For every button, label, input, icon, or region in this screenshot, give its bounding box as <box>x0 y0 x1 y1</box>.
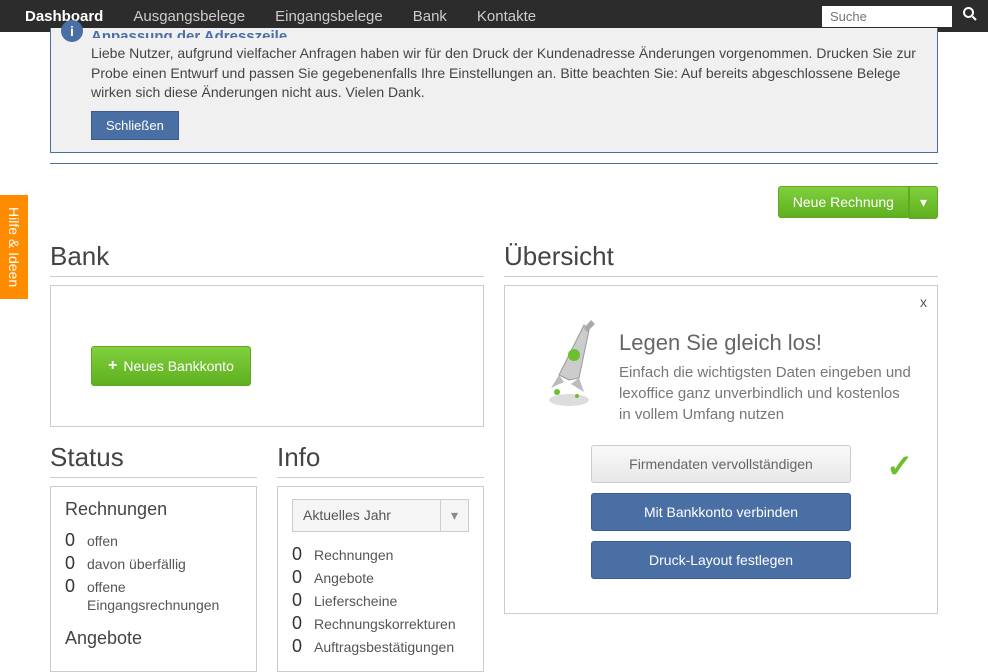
info-line: 0 Rechnungen <box>292 544 469 565</box>
chevron-down-icon[interactable]: ▾ <box>440 500 468 531</box>
status-line: 0 davon überfällig <box>65 553 242 574</box>
nav-left: Dashboard Ausgangsbelege Eingangsbelege … <box>10 2 551 31</box>
info-count: 0 <box>292 636 306 657</box>
info-label: Lieferscheine <box>314 590 397 610</box>
status-heading: Status <box>50 442 257 478</box>
info-column: Info Aktuelles Jahr ▾ 0 Rechnungen 0 Ang <box>277 442 484 672</box>
year-select-value: Aktuelles Jahr <box>293 500 440 531</box>
overview-close-button[interactable]: x <box>920 294 927 310</box>
search-input[interactable] <box>822 6 952 27</box>
new-invoice-dropdown[interactable]: ▾ <box>909 186 938 219</box>
status-count: 0 <box>65 553 79 574</box>
info-line: 0 Lieferscheine <box>292 590 469 611</box>
nav-kontakte[interactable]: Kontakte <box>462 2 551 31</box>
overview-panel: x <box>504 285 938 614</box>
banner-body: Liebe Nutzer, aufgrund vielfacher Anfrag… <box>91 44 922 103</box>
status-label: offene Eingangsrechnungen <box>87 576 242 614</box>
right-column: Übersicht x <box>504 241 938 672</box>
nav-ausgangsbelege[interactable]: Ausgangsbelege <box>118 2 260 31</box>
overview-title: Legen Sie gleich los! <box>619 330 913 356</box>
info-count: 0 <box>292 613 306 634</box>
info-count: 0 <box>292 544 306 565</box>
nav-right <box>822 6 978 27</box>
overview-body: Einfach die wichtigsten Daten eingeben u… <box>619 362 913 425</box>
nav-bank[interactable]: Bank <box>398 2 462 31</box>
status-invoices-header: Rechnungen <box>65 499 242 520</box>
connect-bank-button[interactable]: Mit Bankkonto verbinden <box>591 493 851 531</box>
year-select[interactable]: Aktuelles Jahr ▾ <box>292 499 469 532</box>
help-ideas-tab[interactable]: Hilfe & Ideen <box>0 195 28 299</box>
status-label: offen <box>87 530 118 550</box>
banner-close-button[interactable]: Schließen <box>91 111 179 140</box>
bank-panel: + Neues Bankkonto <box>50 285 484 427</box>
info-line: 0 Auftragsbestätigungen <box>292 636 469 657</box>
status-line: 0 offen <box>65 530 242 551</box>
status-count: 0 <box>65 530 79 551</box>
checkmark-icon: ✓ <box>886 447 913 485</box>
status-line: 0 offene Eingangsrechnungen <box>65 576 242 614</box>
info-line: 0 Rechnungskorrekturen <box>292 613 469 634</box>
status-offers-header: Angebote <box>65 628 242 649</box>
plus-icon: + <box>108 357 117 375</box>
status-label: davon überfällig <box>87 553 186 573</box>
rocket-icon <box>529 310 609 410</box>
overview-heading: Übersicht <box>504 241 938 277</box>
info-label: Auftragsbestätigungen <box>314 636 454 656</box>
info-banner: i Anpassung der Adresszeile Liebe Nutzer… <box>50 28 938 153</box>
action-row: Neue Rechnung▾ <box>50 186 938 219</box>
status-count: 0 <box>65 576 79 597</box>
info-label: Angebote <box>314 567 374 587</box>
new-bank-account-label: Neues Bankkonto <box>123 358 234 374</box>
status-panel: Rechnungen 0 offen 0 davon überfällig 0 … <box>50 486 257 672</box>
info-line: 0 Angebote <box>292 567 469 588</box>
overview-intro: Legen Sie gleich los! Einfach die wichti… <box>519 300 923 425</box>
nav-eingangsbelege[interactable]: Eingangsbelege <box>260 2 398 31</box>
info-label: Rechnungskorrekturen <box>314 613 456 633</box>
search-icon[interactable] <box>962 6 978 27</box>
new-bank-account-button[interactable]: + Neues Bankkonto <box>91 346 251 386</box>
info-count: 0 <box>292 590 306 611</box>
info-count: 0 <box>292 567 306 588</box>
banner-title: Anpassung der Adresszeile <box>91 28 922 38</box>
left-column: Bank + Neues Bankkonto Status Rechnungen… <box>50 241 484 672</box>
info-icon: i <box>61 20 83 42</box>
complete-company-data-button[interactable]: Firmendaten vervollständigen <box>591 445 851 483</box>
new-invoice-button[interactable]: Neue Rechnung <box>778 186 909 218</box>
info-label: Rechnungen <box>314 544 393 564</box>
info-panel: Aktuelles Jahr ▾ 0 Rechnungen 0 Angebote <box>277 486 484 672</box>
info-heading: Info <box>277 442 484 478</box>
status-column: Status Rechnungen 0 offen 0 davon überfä… <box>50 442 257 672</box>
banner-divider <box>50 163 938 164</box>
set-print-layout-button[interactable]: Druck-Layout festlegen <box>591 541 851 579</box>
bank-heading: Bank <box>50 241 484 277</box>
overview-actions: ✓ Firmendaten vervollständigen Mit Bankk… <box>519 445 923 599</box>
